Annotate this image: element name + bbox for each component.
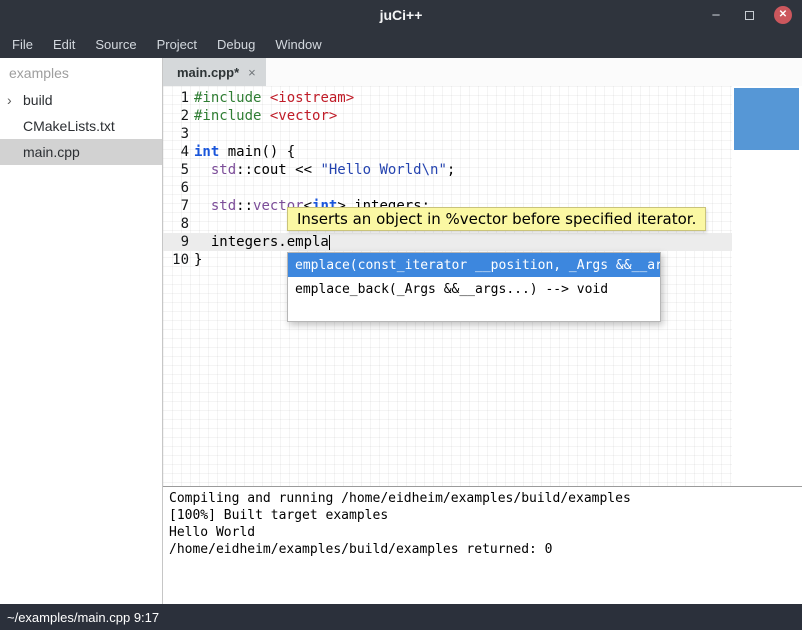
- code-token: <vector>: [270, 108, 337, 124]
- project-name: examples: [0, 58, 162, 87]
- main-area: examples ›build CMakeLists.txt main.cpp ma…: [0, 58, 802, 604]
- line-number[interactable]: 4: [163, 144, 189, 160]
- completion-item[interactable]: emplace_back(_Args &&__args...) --> void: [288, 277, 660, 301]
- code-token: std: [211, 162, 236, 178]
- window-controls: − ✕: [708, 0, 792, 30]
- code-token: ::cout <<: [236, 162, 320, 178]
- expander-icon[interactable]: ›: [7, 93, 23, 107]
- line-number[interactable]: 7: [163, 198, 189, 214]
- code-token: main() {: [219, 144, 295, 160]
- file-name: CMakeLists.txt: [23, 118, 115, 134]
- line-number[interactable]: 10: [163, 252, 189, 268]
- minimize-button[interactable]: −: [708, 7, 724, 23]
- code-token: "Hello World\n": [320, 162, 446, 178]
- code-token: }: [194, 252, 202, 268]
- code-token: integers.empla: [194, 234, 329, 250]
- code-token: std: [211, 198, 236, 214]
- line-number[interactable]: 5: [163, 162, 189, 178]
- menu-item-edit[interactable]: Edit: [43, 32, 85, 57]
- terminal-line: [100%] Built target examples: [169, 508, 796, 525]
- status-bar: ~/examples/main.cpp 9:17: [0, 604, 802, 630]
- code-line-2[interactable]: 2#include <vector>: [163, 107, 732, 125]
- code-editor[interactable]: 1#include <iostream>2#include <vector>34…: [163, 86, 802, 486]
- restore-button[interactable]: [741, 7, 757, 23]
- code-line-6[interactable]: 6: [163, 179, 732, 197]
- titlebar[interactable]: juCi++ − ✕: [0, 0, 802, 30]
- line-number[interactable]: 8: [163, 216, 189, 232]
- code-token: ;: [447, 162, 455, 178]
- menu-item-window[interactable]: Window: [265, 32, 331, 57]
- line-number[interactable]: 3: [163, 126, 189, 142]
- line-number[interactable]: 2: [163, 108, 189, 124]
- code-line-3[interactable]: 3: [163, 125, 732, 143]
- window-title: juCi++: [0, 7, 802, 23]
- code-text: integers.empla: [189, 234, 330, 250]
- code-token: [261, 90, 269, 106]
- minimap-thumb[interactable]: [734, 88, 799, 150]
- tab-label: main.cpp*: [177, 65, 239, 80]
- menubar: FileEditSourceProjectDebugWindow: [0, 30, 802, 58]
- tab-close-icon[interactable]: ×: [248, 65, 256, 80]
- code-lines: 1#include <iostream>2#include <vector>34…: [163, 89, 732, 269]
- code-token: ::: [236, 198, 253, 214]
- code-text: int main() {: [189, 144, 295, 160]
- code-token: #include: [194, 108, 261, 124]
- menu-item-source[interactable]: Source: [85, 32, 146, 57]
- code-line-4[interactable]: 4int main() {: [163, 143, 732, 161]
- tab-bar: main.cpp* ×: [163, 58, 802, 86]
- line-number[interactable]: 6: [163, 180, 189, 196]
- tab-main-cpp[interactable]: main.cpp* ×: [163, 58, 266, 86]
- doc-tooltip: Inserts an object in %vector before spec…: [287, 207, 706, 231]
- terminal-output[interactable]: Compiling and running /home/eidheim/exam…: [163, 486, 802, 604]
- close-button[interactable]: ✕: [774, 6, 792, 24]
- menu-item-debug[interactable]: Debug: [207, 32, 265, 57]
- file-name: main.cpp: [23, 144, 80, 160]
- menu-item-project[interactable]: Project: [147, 32, 207, 57]
- jucipp-window: juCi++ − ✕ FileEditSourceProjectDebugWin…: [0, 0, 802, 630]
- minimap-scrollbar[interactable]: [732, 86, 802, 486]
- code-text: #include <iostream>: [189, 90, 354, 106]
- sidebar-item-build[interactable]: ›build: [0, 87, 162, 113]
- file-tree-sidebar: examples ›build CMakeLists.txt main.cpp: [0, 58, 163, 604]
- code-token: [194, 198, 211, 214]
- text-cursor: [329, 235, 331, 250]
- unmaximize-icon: [745, 11, 754, 20]
- line-number[interactable]: 1: [163, 90, 189, 106]
- code-token: [261, 108, 269, 124]
- terminal-line: Compiling and running /home/eidheim/exam…: [169, 491, 796, 508]
- code-token: int: [194, 144, 219, 160]
- completion-item[interactable]: emplace(const_iterator __position, _Args…: [288, 253, 660, 277]
- file-tree: ›build CMakeLists.txt main.cpp: [0, 87, 162, 165]
- code-line-1[interactable]: 1#include <iostream>: [163, 89, 732, 107]
- code-text: #include <vector>: [189, 108, 337, 124]
- code-text: std::cout << "Hello World\n";: [189, 162, 455, 178]
- editor-pane: main.cpp* × 1#include <iostream>2#includ…: [163, 58, 802, 604]
- sidebar-item-main-cpp[interactable]: main.cpp: [0, 139, 162, 165]
- code-token: #include: [194, 90, 261, 106]
- completion-popup: emplace(const_iterator __position, _Args…: [287, 252, 661, 322]
- code-line-9[interactable]: 9 integers.empla: [163, 233, 732, 251]
- terminal-line: Hello World: [169, 525, 796, 542]
- code-token: [194, 162, 211, 178]
- code-line-5[interactable]: 5 std::cout << "Hello World\n";: [163, 161, 732, 179]
- code-text: }: [189, 252, 202, 268]
- menu-item-file[interactable]: File: [2, 32, 43, 57]
- terminal-line: /home/eidheim/examples/build/examples re…: [169, 542, 796, 559]
- status-path: ~/examples/main.cpp 9:17: [7, 610, 159, 625]
- file-name: build: [23, 92, 53, 108]
- code-token: <iostream>: [270, 90, 354, 106]
- line-number[interactable]: 9: [163, 234, 189, 250]
- sidebar-item-cmakelists-txt[interactable]: CMakeLists.txt: [0, 113, 162, 139]
